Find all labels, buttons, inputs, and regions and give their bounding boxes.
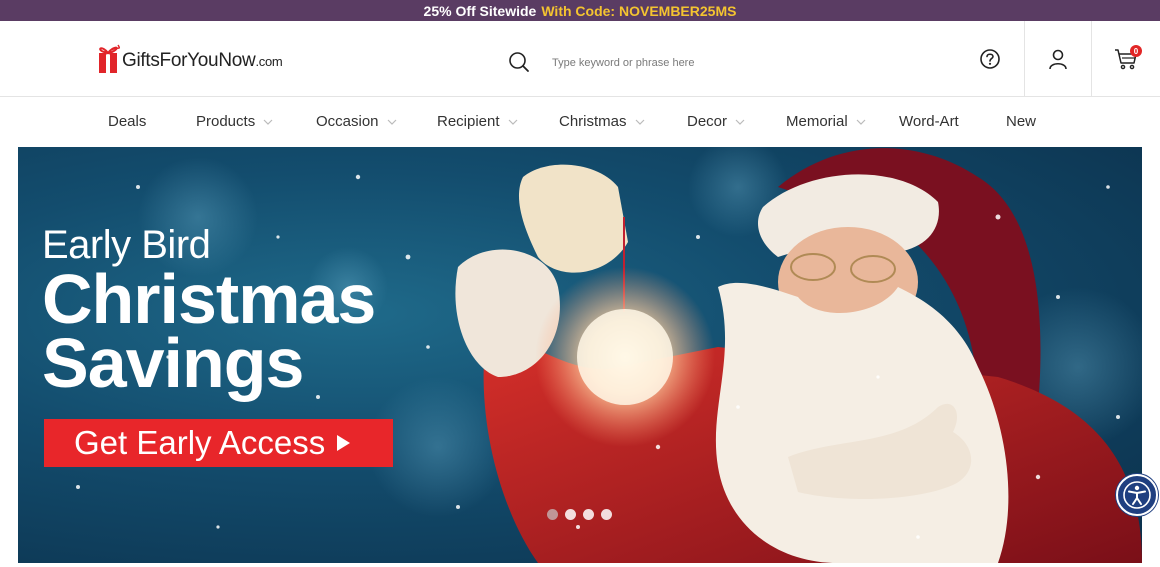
nav-item-memorial[interactable]: Memorial [786,113,866,130]
nav-item-label: Christmas [559,113,627,130]
carousel-dots [547,509,612,520]
chevron-down-icon [735,119,745,125]
chevron-down-icon [263,119,273,125]
nav-item-christmas[interactable]: Christmas [559,113,645,130]
nav-item-recipient[interactable]: Recipient [437,113,518,130]
carousel-dot-2[interactable] [565,509,576,520]
logo-name: GiftsForYouNow [122,50,256,71]
nav-item-label: New [1006,113,1037,130]
nav-item-products[interactable]: Products [196,113,273,130]
nav-item-label: Word-Art [899,113,959,130]
nav-item-label: Memorial [786,113,848,130]
cart-count-badge: 0 [1130,45,1142,57]
nav-item-new[interactable]: New [1006,113,1036,130]
user-icon [1048,49,1067,70]
nav-item-decor[interactable]: Decor [687,113,745,130]
gift-logo-icon [96,43,121,73]
hero-banner[interactable]: Early Bird Christmas Savings Get Early A… [18,147,1142,563]
account-button[interactable] [1024,21,1090,97]
chevron-down-icon [508,119,517,125]
cta-label: Get Early Access [74,424,326,461]
carousel-dot-3[interactable] [583,509,594,520]
nav-item-label: Decor [687,113,728,130]
hero-title-line-1: Christmas [42,260,376,338]
chevron-down-icon [856,119,866,125]
search-icon[interactable] [508,51,530,73]
promo-banner: 25% Off Sitewide With Code: NOVEMBER25MS [0,0,1160,21]
nav-item-label: Recipient [437,113,500,130]
help-button[interactable] [958,21,1022,97]
chevron-down-icon [387,119,396,125]
main-nav: Deals Products Occasion Recipient Christ… [0,97,1160,147]
get-early-access-button[interactable]: Get Early Access [44,419,393,467]
nav-item-label: Products [196,113,256,130]
site-header: GiftsForYouNow.com 0 [0,21,1160,97]
search-input[interactable] [552,52,882,74]
nav-item-label: Deals [108,113,147,130]
help-icon [980,49,1000,69]
nav-item-label: Occasion [316,113,379,130]
play-arrow-icon [337,435,351,451]
carousel-dot-1[interactable] [547,509,558,520]
logo-domain: .com [255,54,283,69]
nav-item-occasion[interactable]: Occasion [316,113,397,130]
promo-code: With Code: NOVEMBER25MS [541,2,737,19]
accessibility-icon [1123,481,1151,509]
site-logo[interactable]: GiftsForYouNow.com [96,37,283,73]
carousel-dot-4[interactable] [601,509,612,520]
hero-title: Christmas Savings [42,260,376,402]
chevron-down-icon [635,119,644,125]
hero-title-line-2: Savings [42,324,304,402]
accessibility-button[interactable] [1116,474,1158,516]
promo-text: 25% Off Sitewide [423,2,537,19]
nav-item-deals[interactable]: Deals [108,113,146,130]
nav-item-word-art[interactable]: Word-Art [899,113,959,130]
cart-button[interactable]: 0 [1091,21,1160,97]
